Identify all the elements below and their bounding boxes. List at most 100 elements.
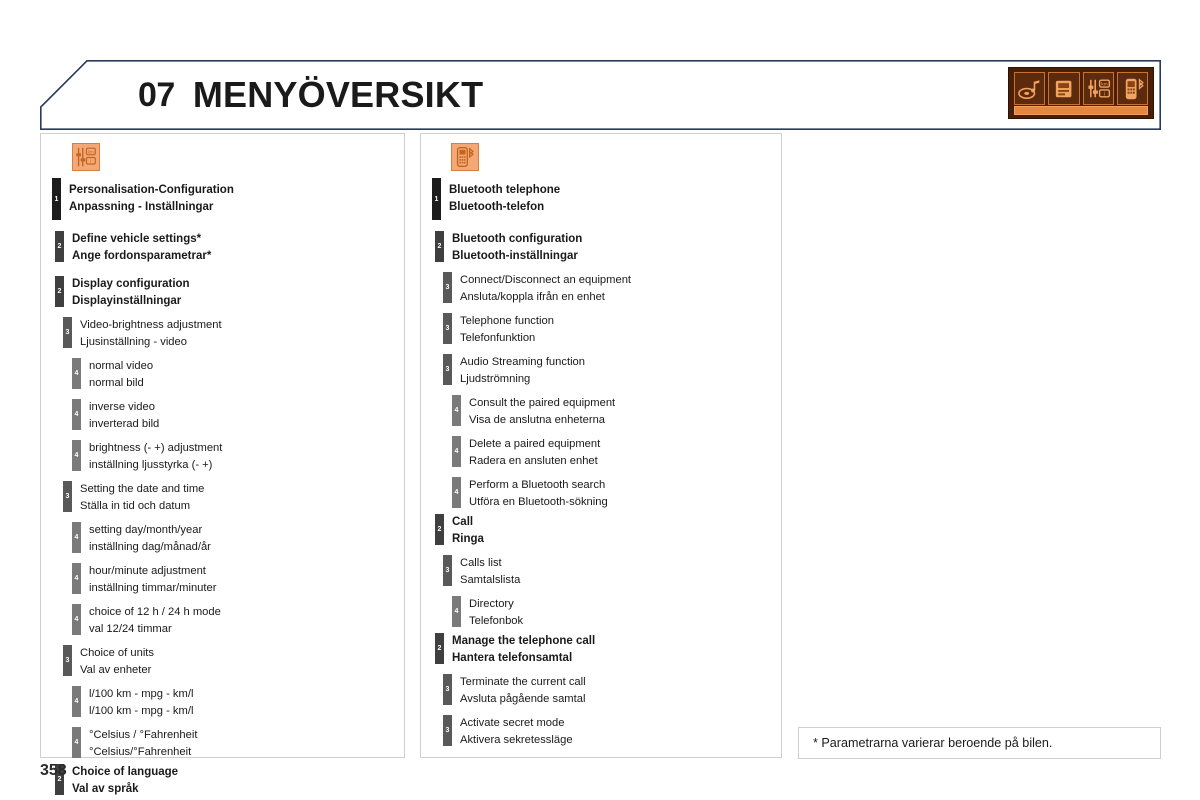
level-marker: 4 (72, 522, 81, 553)
level-marker: 3 (443, 313, 452, 344)
menu-item-level-3[interactable]: 3 Video-brightness adjustment Ljusinställn… (63, 317, 404, 351)
menu-item-level-4[interactable]: 4 brightness (- +) adjustment inställning … (72, 440, 404, 474)
menu-item-level-1[interactable]: 1 Personalisation-Configuration Anpassning… (52, 178, 404, 220)
menu-item-level-4[interactable]: 4 choice of 12 h / 24 h mode val 12/24 tim… (72, 604, 404, 638)
svg-text:i: i (1103, 91, 1104, 97)
level-marker: 2 (435, 231, 444, 262)
menu-item-labels: Connect/Disconnect an equipment Ansluta/k… (452, 272, 631, 306)
header-icon-strip: km i (1008, 67, 1154, 119)
menu-item-label-en: Define vehicle settings* (72, 233, 202, 245)
menu-item-labels: Telephone function Telefonfunktion (452, 313, 554, 347)
menu-item-label-en: normal video (89, 360, 154, 372)
level-marker: 3 (443, 674, 452, 705)
menu-item-level-4[interactable]: 4 normal video normal bild (72, 358, 404, 392)
trip-computer-icon (1048, 72, 1080, 105)
menu-item-label-en: Directory (469, 598, 514, 610)
menu-item-level-4[interactable]: 4 Delete a paired equipment Radera en ansl… (452, 436, 781, 470)
menu-item-label-en: Delete a paired equipment (469, 438, 601, 450)
menu-item-level-4[interactable]: 4 setting day/month/year inställning dag/m… (72, 522, 404, 556)
menu-item-labels: l/100 km - mpg - km/l l/100 km - mpg - km… (81, 686, 193, 720)
footnote-box: * Parametrarna varierar beroende på bile… (798, 727, 1161, 759)
level-marker: 4 (72, 399, 81, 430)
level-marker: 4 (452, 596, 461, 627)
level-marker: 4 (72, 358, 81, 389)
menu-item-labels: Bluetooth telephone Bluetooth-telefon (441, 178, 560, 220)
menu-item-labels: Define vehicle settings* Ange fordonspara… (64, 231, 211, 265)
menu-item-level-3[interactable]: 3 Terminate the current call Avsluta pågåe… (443, 674, 781, 708)
menu-item-labels: Delete a paired equipment Radera en anslu… (461, 436, 600, 470)
menu-item-level-4[interactable]: 4 hour/minute adjustment inställning timma… (72, 563, 404, 597)
level-marker: 4 (452, 477, 461, 508)
level-marker: 4 (72, 604, 81, 635)
menu-item-label-sv: Ställa in tid och datum (80, 500, 191, 512)
chapter-number: 07 (138, 75, 175, 114)
menu-item-label-sv: Ringa (452, 533, 484, 545)
menu-item-label-sv: Radera en ansluten enhet (469, 455, 598, 467)
menu-item-label-sv: Bluetooth-telefon (449, 201, 545, 213)
menu-item-label-en: Connect/Disconnect an equipment (460, 274, 632, 286)
svg-text:km: km (88, 149, 94, 154)
menu-item-labels: Bluetooth configuration Bluetooth-inställ… (444, 231, 582, 265)
menu-item-level-4[interactable]: 4 inverse video inverterad bild (72, 399, 404, 433)
menu-item-level-2[interactable]: 2 Display configuration Displayinställning… (55, 276, 404, 310)
panel-bluetooth-telephone: 1 Bluetooth telephone Bluetooth-telefon 2 Bl… (420, 133, 782, 758)
menu-item-labels: Choice of units Val av enheter (72, 645, 154, 679)
menu-item-label-sv: Ansluta/koppla ifrån en enhet (460, 291, 605, 303)
menu-item-level-3[interactable]: 3 Setting the date and time Ställa in tid … (63, 481, 404, 515)
menu-item-label-en: °Celsius / °Fahrenheit (89, 729, 198, 741)
menu-item-labels: Activate secret mode Aktivera sekretesslä… (452, 715, 573, 749)
level-marker: 3 (443, 272, 452, 303)
menu-item-level-4[interactable]: 4 Perform a Bluetooth search Utföra en Blu… (452, 477, 781, 511)
menu-item-level-3[interactable]: 3 Calls list Samtalslista (443, 555, 781, 589)
menu-item-labels: Personalisation-Configuration Anpassning … (61, 178, 234, 220)
menu-item-label-sv: normal bild (89, 377, 144, 389)
menu-item-label-en: Consult the paired equipment (469, 397, 616, 409)
menu-item-label-en: Bluetooth configuration (452, 233, 583, 245)
menu-item-label-en: Manage the telephone call (452, 635, 596, 647)
menu-item-level-2[interactable]: 2 Call Ringa (435, 514, 781, 548)
menu-item-level-3[interactable]: 3 Choice of units Val av enheter (63, 645, 404, 679)
menu-item-label-en: l/100 km - mpg - km/l (89, 688, 194, 700)
menu-item-labels: Setting the date and time Ställa in tid o… (72, 481, 204, 515)
menu-item-label-en: brightness (- +) adjustment (89, 442, 223, 454)
menu-item-level-4[interactable]: 4 l/100 km - mpg - km/l l/100 km - mpg - k… (72, 686, 404, 720)
menu-item-label-en: Video-brightness adjustment (80, 319, 222, 331)
svg-text:i: i (90, 159, 91, 165)
menu-item-level-3[interactable]: 3 Activate secret mode Aktivera sekretessl… (443, 715, 781, 749)
menu-item-level-4[interactable]: 4 Consult the paired equipment Visa de ans… (452, 395, 781, 429)
menu-item-labels: Calls list Samtalslista (452, 555, 520, 589)
menu-item-label-sv: val 12/24 timmar (89, 623, 172, 635)
menu-item-level-1[interactable]: 1 Bluetooth telephone Bluetooth-telefon (432, 178, 781, 220)
menu-item-level-2[interactable]: 2 Choice of language Val av språk (55, 764, 404, 798)
menu-item-label-en: Calls list (460, 557, 502, 569)
menu-item-label-sv: Samtalslista (460, 574, 521, 586)
menu-item-labels: normal video normal bild (81, 358, 153, 392)
menu-item-label-en: setting day/month/year (89, 524, 203, 536)
menu-item-level-2[interactable]: 2 Bluetooth configuration Bluetooth-instäl… (435, 231, 781, 265)
page-title: 07 MENYÖVERSIKT (138, 66, 483, 124)
menu-item-level-3[interactable]: 3 Audio Streaming function Ljudströmning (443, 354, 781, 388)
menu-item-label-en: Telephone function (460, 315, 554, 327)
level-marker: 4 (72, 440, 81, 471)
menu-item-level-4[interactable]: 4 °Celsius / °Fahrenheit °Celsius/°Fahrenh… (72, 727, 404, 761)
menu-item-labels: brightness (- +) adjustment inställning l… (81, 440, 222, 474)
menu-item-labels: Consult the paired equipment Visa de ansl… (461, 395, 615, 429)
menu-item-level-2[interactable]: 2 Define vehicle settings* Ange fordonspar… (55, 231, 404, 265)
menu-item-label-sv: Bluetooth-inställningar (452, 250, 578, 262)
menu-item-level-3[interactable]: 3 Connect/Disconnect an equipment Ansluta/… (443, 272, 781, 306)
menu-item-level-2[interactable]: 2 Manage the telephone call Hantera telefo… (435, 633, 781, 667)
menu-item-labels: Manage the telephone call Hantera telefon… (444, 633, 595, 667)
menu-item-level-3[interactable]: 3 Telephone function Telefonfunktion (443, 313, 781, 347)
menu-item-labels: setting day/month/year inställning dag/må… (81, 522, 211, 556)
menu-item-level-4[interactable]: 4 Directory Telefonbok (452, 596, 781, 630)
header-icon-row: km i (1014, 72, 1148, 105)
menu-item-label-en: Perform a Bluetooth search (469, 479, 606, 491)
chapter-header: 07 MENYÖVERSIKT km i (40, 60, 1161, 130)
menu-item-label-sv: Aktivera sekretessläge (460, 734, 573, 746)
menu-item-labels: Display configuration Displayinställninga… (64, 276, 190, 310)
media-audio-icon (1014, 72, 1046, 105)
bluetooth-phone-icon (1116, 72, 1148, 105)
menu-item-label-en: Audio Streaming function (460, 356, 586, 368)
menu-item-label-en: Personalisation-Configuration (69, 184, 234, 196)
menu-item-label-en: Bluetooth telephone (449, 184, 561, 196)
